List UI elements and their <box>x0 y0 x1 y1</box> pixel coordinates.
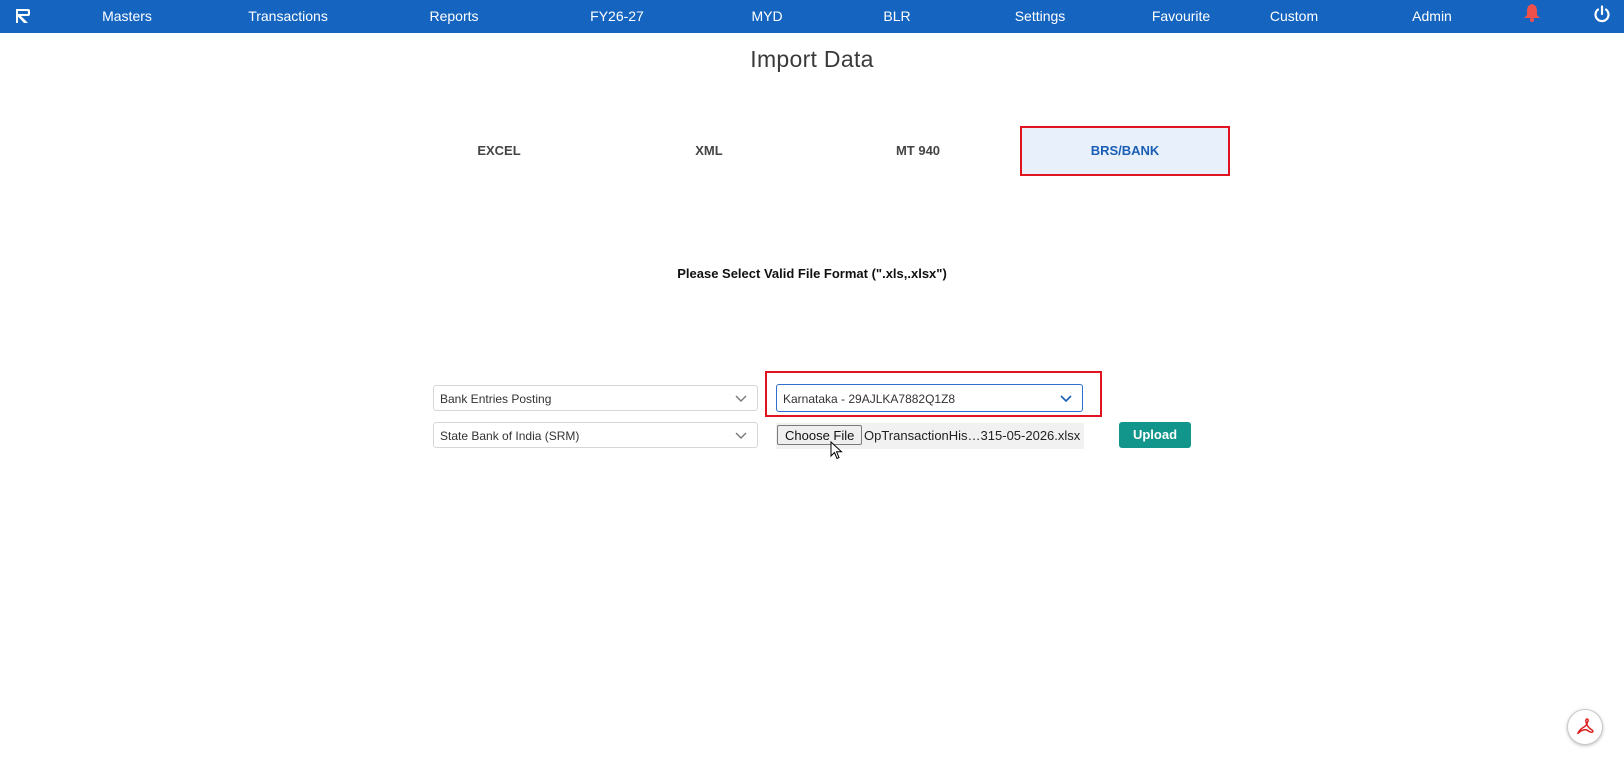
tab-brs-bank[interactable]: BRS/BANK <box>1020 126 1230 176</box>
app-logo-icon[interactable] <box>14 7 32 25</box>
nav-custom[interactable]: Custom <box>1270 0 1318 33</box>
nav-admin[interactable]: Admin <box>1412 0 1452 33</box>
file-format-hint: Please Select Valid File Format (".xls,.… <box>677 266 947 281</box>
tab-xml[interactable]: XML <box>606 128 812 174</box>
nav-financial-year[interactable]: FY26-27 <box>590 0 644 33</box>
posting-type-select[interactable]: Bank Entries Posting <box>433 385 758 411</box>
top-navigation-bar: Masters Transactions Reports FY26-27 MYD… <box>0 0 1624 33</box>
page-title: Import Data <box>750 46 874 72</box>
bank-select[interactable]: State Bank of India (SRM) <box>433 422 758 448</box>
nav-myd[interactable]: MYD <box>751 0 782 33</box>
tab-mt940[interactable]: MT 940 <box>815 128 1021 174</box>
nav-blr[interactable]: BLR <box>883 0 910 33</box>
bell-icon[interactable] <box>1522 3 1542 23</box>
upload-button[interactable]: Upload <box>1119 422 1191 448</box>
power-icon[interactable] <box>1593 5 1611 23</box>
bank-value: State Bank of India (SRM) <box>440 429 580 443</box>
chevron-down-icon <box>735 395 747 402</box>
selected-file-name: OpTransactionHis…315-05-2026.xlsx <box>864 428 1081 443</box>
nav-settings[interactable]: Settings <box>1015 0 1066 33</box>
choose-file-button[interactable]: Choose File <box>777 425 863 445</box>
nav-masters[interactable]: Masters <box>102 0 152 33</box>
file-input[interactable]: Choose File OpTransactionHis…315-05-2026… <box>776 423 1084 449</box>
nav-reports[interactable]: Reports <box>429 0 478 33</box>
gstin-highlight-box <box>765 371 1102 417</box>
chevron-down-icon <box>735 432 747 439</box>
pdf-help-button[interactable] <box>1567 709 1603 745</box>
pdf-icon <box>1577 718 1594 735</box>
nav-favourite[interactable]: Favourite <box>1152 0 1210 33</box>
tab-excel[interactable]: EXCEL <box>396 128 602 174</box>
posting-type-value: Bank Entries Posting <box>440 392 552 406</box>
mouse-cursor-icon <box>830 441 843 460</box>
nav-transactions[interactable]: Transactions <box>248 0 328 33</box>
